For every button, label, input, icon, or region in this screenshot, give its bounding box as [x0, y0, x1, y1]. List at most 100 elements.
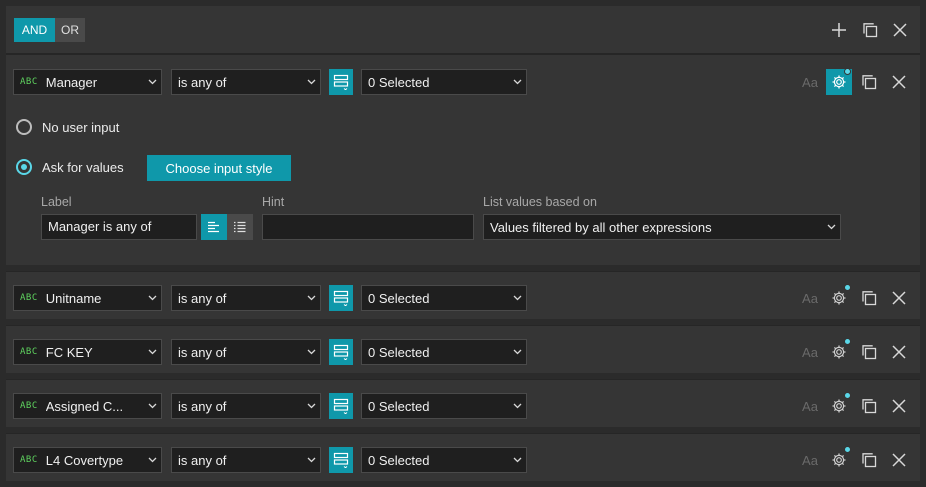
remove-expression-button[interactable] [887, 448, 911, 472]
string-type-tag: ABC [20, 347, 38, 357]
duplicate-icon [862, 453, 877, 468]
duplicate-icon [862, 291, 877, 306]
value-select[interactable]: 0 Selected [361, 393, 527, 419]
text-size-icon[interactable]: Aa [798, 75, 822, 90]
chevron-down-icon [143, 79, 161, 85]
string-type-tag: ABC [20, 401, 38, 411]
list-values-select[interactable]: Values filtered by all other expressions [483, 214, 841, 240]
duplicate-set-button[interactable] [858, 18, 882, 42]
no-user-input-option[interactable]: No user input [16, 119, 119, 135]
close-icon [892, 453, 906, 467]
align-left-button[interactable] [201, 214, 227, 240]
operator-select[interactable]: is any of [171, 339, 321, 365]
expression-row: ABC Manager is any of 0 Selected Aa No u… [6, 54, 920, 265]
chevron-down-icon [508, 295, 526, 301]
add-expression-button[interactable] [827, 18, 851, 42]
gear-icon [832, 291, 846, 305]
duplicate-expression-button[interactable] [857, 448, 881, 472]
list-values-select-value: Values filtered by all other expressions [490, 219, 712, 235]
text-size-icon[interactable]: Aa [798, 453, 822, 468]
value-select-value: 0 Selected [368, 452, 430, 468]
plus-icon [832, 23, 846, 37]
or-toggle[interactable]: OR [55, 18, 85, 42]
chevron-down-icon [302, 295, 320, 301]
chevron-down-icon [143, 403, 161, 409]
remove-set-button[interactable] [888, 18, 912, 42]
operator-select-value: is any of [178, 344, 227, 360]
bullet-list-button[interactable] [227, 214, 253, 240]
close-icon [892, 75, 906, 89]
list-icon [333, 290, 349, 306]
value-select[interactable]: 0 Selected [361, 285, 527, 311]
ask-for-values-option[interactable]: Ask for values [16, 159, 124, 175]
settings-indicator-dot [844, 392, 851, 399]
remove-expression-button[interactable] [887, 70, 911, 94]
text-size-icon[interactable]: Aa [798, 399, 822, 414]
value-select[interactable]: 0 Selected [361, 339, 527, 365]
duplicate-icon [863, 23, 878, 38]
expression-row: ABC FC KEY is any of 0 Selected Aa [6, 325, 920, 373]
chevron-down-icon [302, 349, 320, 355]
duplicate-icon [862, 75, 877, 90]
list-values-field-title: List values based on [483, 195, 597, 209]
value-source-toggle[interactable] [329, 69, 353, 95]
chevron-down-icon [508, 349, 526, 355]
gear-icon [832, 75, 846, 89]
label-input[interactable]: Manager is any of [41, 214, 197, 240]
radio-checked[interactable] [16, 159, 32, 175]
operator-select[interactable]: is any of [171, 393, 321, 419]
expression-row: ABC Unitname is any of 0 Selected Aa [6, 271, 920, 319]
text-size-icon[interactable]: Aa [798, 291, 822, 306]
chevron-down-icon [143, 457, 161, 463]
chevron-down-icon [508, 403, 526, 409]
operator-select[interactable]: is any of [171, 447, 321, 473]
value-select-value: 0 Selected [368, 344, 430, 360]
value-select[interactable]: 0 Selected [361, 447, 527, 473]
text-size-icon[interactable]: Aa [798, 345, 822, 360]
field-select[interactable]: ABC Assigned C... [13, 393, 162, 419]
remove-expression-button[interactable] [887, 340, 911, 364]
field-select[interactable]: ABC Unitname [13, 285, 162, 311]
close-icon [892, 345, 906, 359]
list-icon [333, 74, 349, 90]
value-source-toggle[interactable] [329, 339, 353, 365]
value-select[interactable]: 0 Selected [361, 69, 527, 95]
operator-select-value: is any of [178, 452, 227, 468]
value-select-value: 0 Selected [368, 398, 430, 414]
and-toggle[interactable]: AND [14, 18, 55, 42]
operator-select[interactable]: is any of [171, 285, 321, 311]
duplicate-expression-button[interactable] [857, 70, 881, 94]
operator-select[interactable]: is any of [171, 69, 321, 95]
duplicate-expression-button[interactable] [857, 286, 881, 310]
operator-select-value: is any of [178, 398, 227, 414]
choose-input-style-button[interactable]: Choose input style [147, 155, 291, 181]
field-select-value: FC KEY [45, 344, 93, 360]
hint-input[interactable] [262, 214, 474, 240]
expression-row: ABC L4 Covertype is any of 0 Selected Aa [6, 433, 920, 481]
value-source-toggle[interactable] [329, 447, 353, 473]
remove-expression-button[interactable] [887, 286, 911, 310]
settings-indicator-dot [844, 446, 851, 453]
duplicate-expression-button[interactable] [857, 394, 881, 418]
expression-row: ABC Assigned C... is any of 0 Selected A… [6, 379, 920, 427]
logic-toggle: AND OR [14, 18, 85, 42]
value-source-toggle[interactable] [329, 393, 353, 419]
filter-panel: AND OR ABC Manager is any of 0 Selected [6, 6, 920, 481]
list-icon [333, 398, 349, 414]
field-select[interactable]: ABC FC KEY [13, 339, 162, 365]
settings-indicator-dot [844, 68, 851, 75]
value-source-toggle[interactable] [329, 285, 353, 311]
hint-field-title: Hint [262, 195, 285, 209]
field-select[interactable]: ABC Manager [13, 69, 162, 95]
gear-icon [832, 453, 846, 467]
radio-unchecked[interactable] [16, 119, 32, 135]
field-select-value: L4 Covertype [45, 452, 124, 468]
chevron-down-icon [302, 457, 320, 463]
field-select-value: Unitname [45, 290, 102, 306]
remove-expression-button[interactable] [887, 394, 911, 418]
field-select-value: Assigned C... [45, 398, 124, 414]
duplicate-expression-button[interactable] [857, 340, 881, 364]
close-icon [893, 23, 907, 37]
chevron-down-icon [302, 79, 320, 85]
field-select[interactable]: ABC L4 Covertype [13, 447, 162, 473]
